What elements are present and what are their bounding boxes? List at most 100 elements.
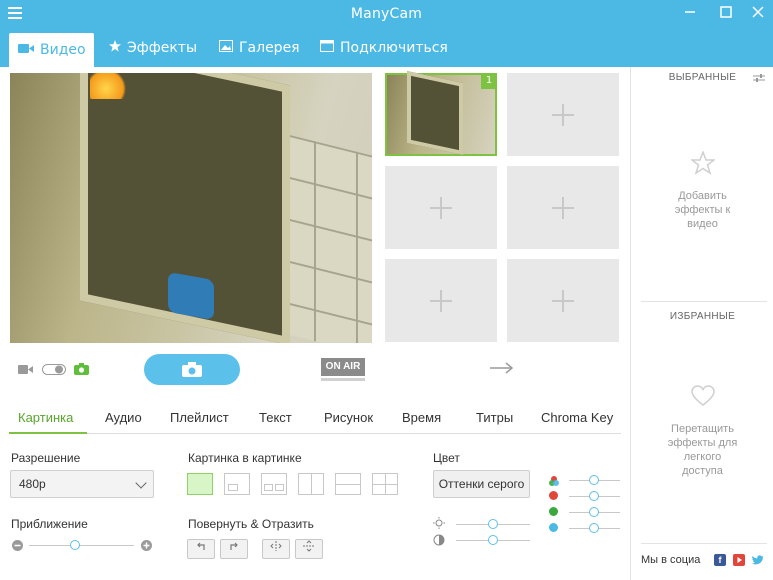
tab-connect[interactable]: Подключиться: [311, 33, 457, 63]
capture-controls: ON AIR: [0, 350, 630, 390]
starred-hint-line4: доступа: [682, 465, 723, 477]
subtab-playlist[interactable]: Плейлист: [170, 410, 229, 425]
plus-icon: [430, 289, 452, 312]
pip-layout-two-small[interactable]: [261, 473, 287, 495]
flip-horizontal-button[interactable]: [262, 539, 290, 559]
star-outline-icon: [689, 149, 717, 178]
subtab-chroma-key[interactable]: Chroma Key: [541, 410, 613, 425]
red-slider-knob[interactable]: [589, 491, 599, 501]
on-air-button[interactable]: ON AIR: [321, 358, 365, 376]
subtab-text[interactable]: Текст: [259, 410, 292, 425]
plus-icon: [552, 196, 574, 219]
subtab-time[interactable]: Время: [402, 410, 441, 425]
pip-label: Картинка в картинке: [188, 451, 302, 465]
window-title: ManyCam: [350, 6, 423, 22]
pip-layout-quad[interactable]: [372, 473, 398, 495]
favorites-heading: ВЫБРАННЫЕ: [668, 72, 737, 83]
starred-hint-line2: эффекты для: [667, 437, 738, 449]
arrow-right-icon[interactable]: [490, 362, 514, 377]
video-mode-icon[interactable]: [18, 364, 34, 378]
maximize-icon[interactable]: [716, 4, 736, 24]
contrast-slider-knob[interactable]: [488, 535, 498, 545]
scene-badge: 1: [481, 73, 497, 89]
favorites-hint-line2: эффекты к: [674, 204, 731, 216]
rotate-right-button[interactable]: [220, 539, 248, 559]
favorites-hint-line1: Добавить: [678, 190, 727, 202]
pip-layout-corner[interactable]: [224, 473, 250, 495]
subtab-audio[interactable]: Аудио: [105, 410, 142, 425]
social-label: Мы в социа: [641, 554, 701, 566]
tab-video-label: Видео: [40, 42, 86, 58]
scene-slot-2[interactable]: [507, 73, 619, 156]
scene-slot-4[interactable]: [507, 166, 619, 249]
zoom-label: Приближение: [11, 517, 88, 531]
favorites-hint-line3: видео: [687, 218, 718, 230]
tab-connect-label: Подключиться: [340, 40, 448, 56]
zoom-slider-track[interactable]: [29, 545, 134, 546]
star-icon: [109, 33, 121, 63]
heart-outline-icon: [691, 385, 715, 410]
rotate-label: Повернуть & Отразить: [188, 517, 314, 531]
flip-vertical-button[interactable]: [295, 539, 323, 559]
resolution-select[interactable]: 480p: [10, 470, 154, 498]
tab-video[interactable]: Видео: [9, 33, 94, 67]
grayscale-button[interactable]: Оттенки серого: [433, 470, 530, 498]
scene-slot-5[interactable]: [385, 259, 497, 342]
minimize-icon[interactable]: [680, 4, 700, 24]
zoom-in-icon[interactable]: [141, 540, 152, 554]
green-slider-knob[interactable]: [589, 507, 599, 517]
pip-layout-full[interactable]: [187, 473, 213, 495]
plus-icon: [552, 103, 574, 126]
resolution-value: 480p: [19, 477, 46, 491]
rotate-right-icon: [230, 542, 238, 550]
video-preview[interactable]: [10, 73, 372, 343]
facebook-icon[interactable]: f: [714, 554, 726, 566]
tab-gallery[interactable]: Галерея: [210, 33, 309, 63]
scene-slot-6[interactable]: [507, 259, 619, 342]
resolution-label: Разрешение: [11, 451, 81, 465]
mode-toggle[interactable]: [42, 364, 66, 378]
scene-slot-3[interactable]: [385, 166, 497, 249]
zoom-slider-knob[interactable]: [70, 540, 81, 550]
scene-slot-1[interactable]: 1: [385, 71, 497, 156]
pip-layout-split-vertical[interactable]: [298, 473, 324, 495]
snapshot-button[interactable]: [144, 354, 240, 385]
photo-mode-icon[interactable]: [74, 363, 89, 378]
subtab-drawing[interactable]: Рисунок: [324, 410, 373, 425]
favorites-panel: ВЫБРАННЫЕ Добавить эффекты к видео ИЗБРА…: [630, 67, 773, 580]
active-subtab-indicator: [9, 432, 87, 434]
zoom-out-icon[interactable]: [12, 540, 23, 554]
red-channel-dot: [549, 491, 558, 500]
rotate-left-button[interactable]: [187, 539, 215, 559]
youtube-icon[interactable]: [733, 554, 745, 566]
settings-sliders-icon[interactable]: [753, 72, 765, 86]
picture-subtabs: Картинка Аудио Плейлист Текст Рисунок Вр…: [9, 404, 621, 434]
plus-icon: [430, 196, 452, 219]
blue-channel-dot: [549, 523, 558, 532]
color-label: Цвет: [433, 451, 460, 465]
brightness-slider-knob[interactable]: [488, 519, 498, 529]
video-camera-icon: [18, 35, 34, 65]
pip-layout-split-horizontal[interactable]: [335, 473, 361, 495]
starred-heading: ИЗБРАННЫЕ: [669, 311, 736, 322]
tab-effects-label: Эффекты: [127, 40, 197, 56]
plus-icon: [552, 289, 574, 312]
blue-slider-knob[interactable]: [589, 523, 599, 533]
close-icon[interactable]: [748, 4, 768, 24]
camera-icon: [182, 362, 202, 380]
contrast-icon: [433, 534, 445, 549]
green-channel-dot: [549, 507, 558, 516]
image-icon: [219, 33, 233, 63]
saturation-slider-knob[interactable]: [589, 475, 599, 485]
starred-hint-line3: легкого: [683, 451, 722, 463]
flip-horizontal-icon: [270, 541, 282, 551]
window-icon: [320, 33, 334, 63]
rotate-left-icon: [197, 542, 205, 550]
starred-hint-line1: Перетащить: [671, 423, 734, 435]
twitter-icon[interactable]: [752, 554, 764, 566]
flip-vertical-icon: [303, 540, 315, 552]
subtab-picture[interactable]: Картинка: [18, 410, 73, 425]
tab-effects[interactable]: Эффекты: [100, 33, 206, 63]
subtab-titles[interactable]: Титры: [476, 410, 513, 425]
rgb-mix-icon: [549, 475, 559, 489]
